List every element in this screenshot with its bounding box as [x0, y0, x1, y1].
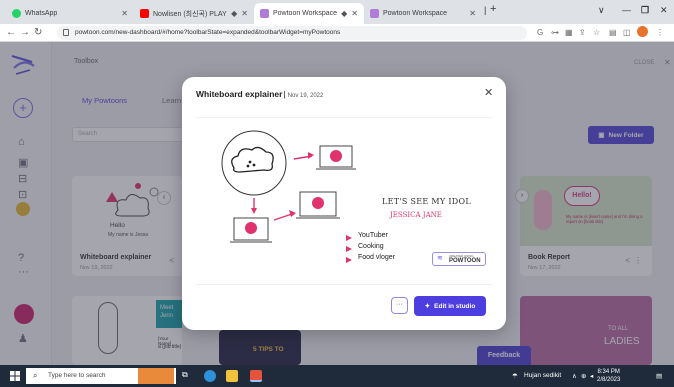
weather-label[interactable]: Hujan sedikit — [524, 372, 561, 379]
google-icon[interactable]: G — [537, 28, 543, 37]
close-tab-icon[interactable]: ✕ — [241, 9, 248, 18]
edge-icon[interactable] — [204, 370, 216, 382]
translate-icon[interactable]: ▦ — [565, 28, 573, 37]
forward-icon[interactable]: → — [20, 27, 30, 38]
preview-name: JESSICA JANE — [390, 211, 442, 219]
tab-youtube[interactable]: Nowlisen (최신곡) PLAYLIST ◆ ✕ — [134, 3, 254, 24]
title-separator: | — [283, 89, 286, 99]
search-icon: ⌕ — [33, 371, 38, 380]
video-preview[interactable]: LET'S SEE MY IDOL JESSICA JANE YouTuber … — [196, 117, 492, 285]
sidepanel-icon[interactable]: ◫ — [623, 28, 631, 37]
preview-bullet: YouTuber — [358, 232, 388, 239]
chevron-down-icon[interactable]: ∨ — [598, 5, 605, 16]
powtoon-icon — [370, 9, 379, 18]
close-tab-icon[interactable]: ✕ — [351, 9, 358, 18]
network-icon[interactable]: ⊕ — [581, 372, 586, 380]
reload-icon[interactable]: ↻ — [34, 27, 42, 38]
search-highlight-image — [138, 368, 174, 384]
tray-chevron-icon[interactable]: ∧ — [572, 372, 577, 380]
chrome-icon[interactable] — [250, 370, 262, 382]
weather-icon[interactable]: ☂ — [512, 372, 518, 380]
tab-powtoon[interactable]: Powtoon Workspace ✕ — [364, 3, 482, 24]
powtoon-icon — [260, 9, 269, 18]
windows-taskbar: ⌕ Type here to search ⧉ ☂ Hujan sedikit … — [0, 365, 674, 387]
browser-menu-icon[interactable]: ⋮ — [656, 28, 664, 37]
minimize-icon[interactable]: — — [622, 5, 631, 15]
new-tab-button[interactable]: + — [490, 3, 496, 15]
preview-heading: LET'S SEE MY IDOL — [382, 197, 471, 206]
tab-whatsapp[interactable]: WhatsApp ✕ — [6, 3, 134, 24]
whatsapp-icon — [12, 9, 21, 18]
file-explorer-icon[interactable] — [226, 370, 238, 382]
close-tab-icon[interactable]: ✕ — [469, 9, 476, 18]
preview-modal: Whiteboard explainer| Nov 19, 2022 ✕ LET… — [182, 77, 506, 330]
audio-icon[interactable]: ◆ — [231, 9, 237, 18]
powtoon-logo-icon: ≋ — [437, 255, 443, 262]
back-icon[interactable]: ← — [6, 27, 16, 38]
powtoon-watermark: ≋ CREATED USING POWTOON — [432, 252, 486, 266]
extension-icon[interactable]: ▤ — [609, 28, 617, 37]
edit-in-studio-button[interactable]: ✦ Edit in studio — [414, 296, 486, 316]
modal-title: Whiteboard explainer| Nov 19, 2022 — [196, 89, 324, 99]
lock-icon — [63, 29, 69, 36]
volume-icon[interactable]: ◂ — [590, 372, 593, 380]
address-bar: ← → ↻ powtoon.com/new-dashboard/#/home?t… — [0, 24, 674, 42]
bookmark-star-icon[interactable]: ☆ — [593, 28, 600, 37]
window-close-icon[interactable]: ✕ — [660, 5, 668, 16]
tab-separator: | — [484, 5, 487, 15]
more-options-button[interactable]: ··· — [391, 297, 408, 314]
close-tab-icon[interactable]: ✕ — [121, 9, 128, 18]
maximize-icon[interactable]: ❐ — [641, 5, 649, 16]
windows-start-icon[interactable] — [10, 371, 20, 381]
notification-icon[interactable]: ▤ — [656, 372, 662, 380]
key-icon[interactable]: ⊶ — [551, 28, 559, 37]
youtube-icon — [140, 9, 149, 18]
share-icon[interactable]: ⇪ — [579, 28, 586, 37]
preview-bullet: Food vloger — [358, 254, 395, 261]
url-field[interactable]: powtoon.com/new-dashboard/#/home?toolbar… — [57, 26, 527, 40]
preview-bullet: Cooking — [358, 243, 384, 250]
system-clock[interactable]: 8:34 PM 2/8/2023 — [597, 368, 620, 384]
sparkle-icon: ✦ — [424, 303, 431, 310]
task-view-icon[interactable]: ⧉ — [182, 370, 194, 382]
modal-close-icon[interactable]: ✕ — [484, 86, 493, 99]
profile-avatar[interactable] — [637, 26, 648, 37]
browser-tab-strip: WhatsApp ✕ Nowlisen (최신곡) PLAYLIST ◆ ✕ P… — [0, 0, 674, 24]
modal-date: Nov 19, 2022 — [287, 93, 324, 99]
tab-powtoon-active[interactable]: Powtoon Workspace ◆ ✕ — [254, 3, 364, 24]
audio-icon[interactable]: ◆ — [341, 9, 347, 18]
